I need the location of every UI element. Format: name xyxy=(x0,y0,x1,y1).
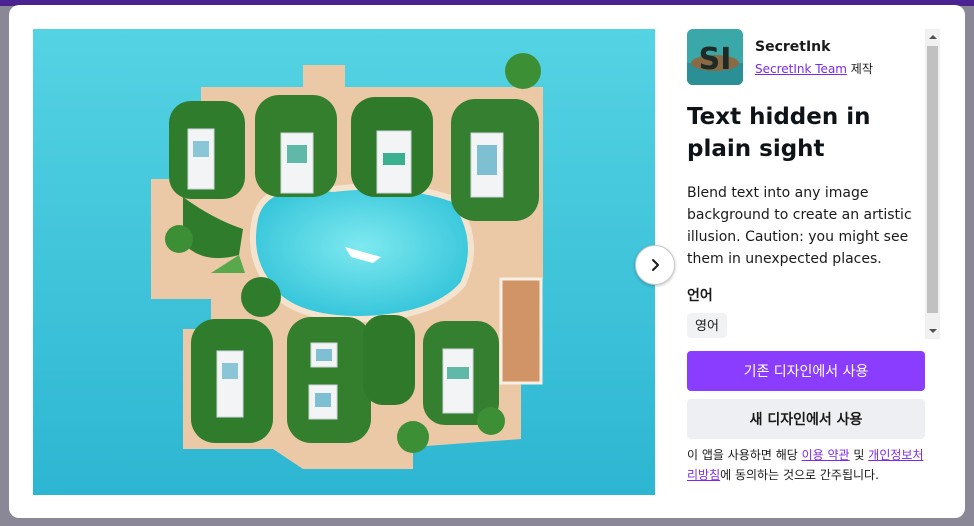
chevron-right-icon xyxy=(652,259,659,271)
developer-link[interactable]: SecretInk Team xyxy=(755,62,847,76)
use-in-new-design-button[interactable]: 새 디자인에서 사용 xyxy=(687,399,925,439)
app-developer: SecretInk Team 제작 xyxy=(755,60,873,77)
next-image-button[interactable] xyxy=(635,245,675,285)
app-info-panel: SI SecretInk SecretInk Team 제작 Text hidd… xyxy=(687,29,927,341)
app-title: Text hidden in plain sight xyxy=(687,104,871,162)
panel-scrollbar[interactable] xyxy=(925,29,940,339)
svg-text:SI: SI xyxy=(699,42,732,77)
app-header: SI SecretInk SecretInk Team 제작 xyxy=(687,29,925,85)
app-name: SecretInk xyxy=(755,39,831,55)
app-preview-image xyxy=(33,29,655,495)
use-in-existing-design-button[interactable]: 기존 디자인에서 사용 xyxy=(687,351,925,391)
developer-suffix: 제작 xyxy=(846,62,873,76)
terms-and: 및 xyxy=(849,448,869,462)
terms-suffix: 에 동의하는 것으로 간주됩니다. xyxy=(720,468,879,482)
scroll-thumb[interactable] xyxy=(927,46,938,313)
terms-notice: 이 앱을 사용하면 해당 이용 약관 및 개인정보처리방침에 동의하는 것으로 … xyxy=(687,445,927,485)
terms-prefix: 이 앱을 사용하면 해당 xyxy=(687,448,802,462)
arrow-up-icon xyxy=(928,35,937,39)
app-logo: SI xyxy=(687,29,743,85)
app-description: Blend text into any image background to … xyxy=(687,185,912,267)
language-label: 언어 xyxy=(687,288,713,304)
app-detail-modal: SI SecretInk SecretInk Team 제작 Text hidd… xyxy=(9,5,965,518)
scroll-up-button[interactable] xyxy=(925,29,940,45)
arrow-down-icon xyxy=(928,329,937,333)
scroll-down-button[interactable] xyxy=(925,323,940,339)
language-chip: 영어 xyxy=(687,313,727,338)
terms-of-use-link[interactable]: 이용 약관 xyxy=(802,448,850,462)
